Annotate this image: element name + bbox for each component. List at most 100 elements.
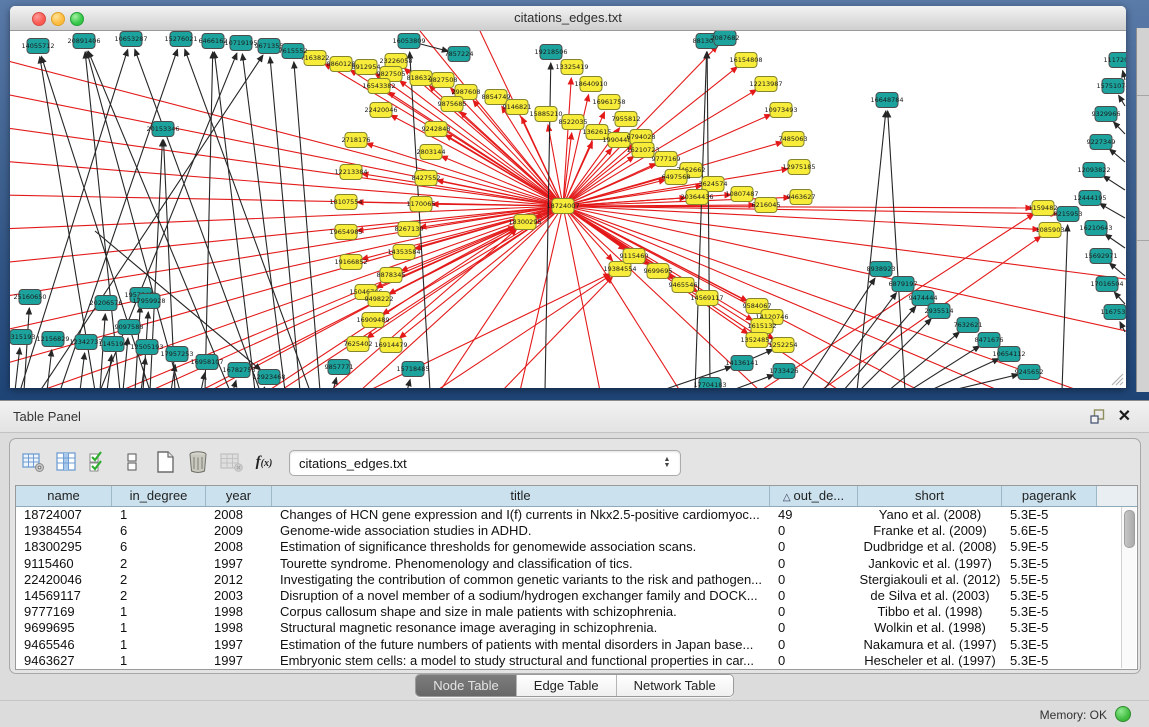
graph-node[interactable]: 15751074 [1096, 79, 1126, 94]
graph-node[interactable]: 14055712 [21, 39, 54, 54]
table-row[interactable]: 977716911998Corpus callosum shape and si… [16, 604, 1137, 620]
graph-node[interactable]: 12975185 [782, 160, 815, 175]
graph-node[interactable]: 16648784 [870, 93, 903, 108]
graph-node[interactable]: 9827508 [429, 73, 458, 88]
graph-node[interactable]: 8267130 [395, 222, 424, 237]
network-canvas[interactable]: 1872400771638228860128891295423226058982… [10, 31, 1126, 388]
graph-node[interactable]: 16154808 [729, 53, 762, 68]
graph-node[interactable]: 17957253 [160, 347, 193, 362]
graph-node[interactable]: 16210643 [1079, 221, 1112, 236]
graph-node[interactable]: 17704183 [693, 378, 726, 389]
table-row[interactable]: 1872400712008Changes of HCN gene express… [16, 507, 1137, 523]
graph-node[interactable]: 7615552 [279, 44, 308, 59]
column-header-out_de[interactable]: △out_de... [770, 486, 858, 506]
show-columns-button[interactable] [51, 447, 81, 477]
graph-node[interactable]: 9463627 [787, 190, 816, 205]
table-row[interactable]: 2242004622012Investigating the contribut… [16, 572, 1137, 588]
graph-node[interactable]: 8878345 [377, 268, 406, 283]
column-header-pagerank[interactable]: pagerank [1002, 486, 1097, 506]
graph-node[interactable]: 16961758 [592, 95, 625, 110]
graph-node[interactable]: 19166852 [334, 255, 367, 270]
graph-node[interactable]: 9245652 [1015, 365, 1044, 380]
row-height-button[interactable] [117, 447, 147, 477]
function-builder-button[interactable]: f(x) [249, 447, 279, 477]
vertical-scrollbar[interactable] [1121, 507, 1136, 668]
graph-node[interactable]: 1167533 [1101, 305, 1126, 320]
table-row[interactable]: 1830029562008Estimation of significance … [16, 539, 1137, 555]
scrollbar-thumb[interactable] [1124, 510, 1135, 548]
graph-node[interactable]: 18107554 [329, 195, 362, 210]
graph-node[interactable]: 8471676 [975, 333, 1004, 348]
column-header-title[interactable]: title [272, 486, 770, 506]
graph-node[interactable]: 7857224 [445, 47, 474, 62]
tab-edge-table[interactable]: Edge Table [517, 675, 617, 696]
graph-node[interactable]: 9146821 [503, 100, 532, 115]
graph-node[interactable]: 9329966 [1092, 107, 1121, 122]
graph-node[interactable]: 7632621 [954, 318, 983, 333]
graph-node[interactable]: 1145194 [99, 337, 128, 352]
table-settings-button[interactable] [18, 447, 48, 477]
graph-node[interactable]: 15276021 [164, 32, 197, 47]
graph-node[interactable]: 9875685 [438, 97, 467, 112]
graph-node[interactable]: 12156829 [36, 332, 69, 347]
memory-status-icon[interactable] [1115, 706, 1131, 722]
graph-node[interactable]: 12213384 [334, 165, 367, 180]
graph-node[interactable]: 16053809 [392, 34, 425, 49]
graph-node[interactable]: 8427552 [412, 171, 441, 186]
graph-node[interactable]: 9242848 [422, 122, 451, 137]
column-header-short[interactable]: short [858, 486, 1002, 506]
graph-node[interactable]: 9699695 [644, 264, 673, 279]
graph-node[interactable]: 6879197 [889, 277, 918, 292]
graph-node[interactable]: 9465546 [669, 278, 698, 293]
graph-node[interactable]: 20891406 [67, 34, 100, 49]
graph-node[interactable]: 6466162 [199, 34, 228, 49]
delete-column-button[interactable] [183, 447, 213, 477]
table-row[interactable]: 946362711997Embryonic stem cells: a mode… [16, 653, 1137, 669]
graph-node[interactable]: 6497568 [662, 170, 691, 185]
table-row[interactable]: 946554611997Estimation of the future num… [16, 637, 1137, 653]
tab-node-table[interactable]: Node Table [416, 675, 517, 696]
close-icon[interactable]: ✕ [1118, 406, 1131, 426]
graph-node[interactable]: 10653287 [114, 32, 147, 47]
network-window-titlebar[interactable]: citations_edges.txt [10, 6, 1126, 31]
graph-node[interactable]: 12093822 [1077, 163, 1110, 178]
select-all-columns-button[interactable] [84, 447, 114, 477]
graph-node[interactable]: 11172044 [1103, 53, 1126, 68]
graph-node[interactable]: 9227349 [1087, 135, 1116, 150]
table-row[interactable]: 911546021997Tourette syndrome. Phenomeno… [16, 556, 1137, 572]
column-header-year[interactable]: year [206, 486, 272, 506]
table-row[interactable]: 969969511998Structural magnetic resonanc… [16, 620, 1137, 636]
graph-node[interactable]: 16958107 [190, 355, 223, 370]
graph-node[interactable]: 7625402 [344, 337, 373, 352]
graph-node[interactable]: 9857771 [325, 360, 354, 375]
graph-node[interactable]: 1085903 [1036, 223, 1065, 238]
graph-node[interactable]: 12444195 [1073, 191, 1106, 206]
table-selector-combobox[interactable]: citations_edges.txt ▲▼ [289, 450, 681, 476]
graph-node[interactable]: 9097588 [115, 320, 144, 335]
graph-node[interactable]: 9315193 [10, 330, 35, 345]
graph-node[interactable]: 13325419 [555, 60, 588, 75]
graph-node[interactable]: 12505193 [130, 340, 163, 355]
column-header-in_degree[interactable]: in_degree [112, 486, 206, 506]
graph-node[interactable]: 14569117 [690, 291, 723, 306]
graph-node[interactable]: 7485063 [779, 132, 808, 147]
graph-node[interactable]: 1170065 [407, 197, 436, 212]
float-window-icon[interactable] [1090, 409, 1105, 424]
tab-network-table[interactable]: Network Table [617, 675, 733, 696]
graph-node[interactable]: 1733426 [770, 364, 799, 379]
graph-node[interactable]: 9115460 [620, 249, 649, 264]
graph-node[interactable]: 1252254 [769, 338, 798, 353]
graph-node[interactable]: 15692971 [1084, 249, 1117, 264]
table-row[interactable]: 1456911722003Disruption of a novel membe… [16, 588, 1137, 604]
delete-table-button-disabled[interactable] [216, 447, 246, 477]
create-column-button[interactable] [150, 447, 180, 477]
graph-node[interactable]: 2935514 [925, 304, 954, 319]
graph-node[interactable]: 8938923 [867, 262, 896, 277]
graph-node[interactable]: 17016504 [1090, 277, 1123, 292]
graph-node[interactable]: 10719195 [224, 36, 257, 51]
graph-node[interactable]: 7955812 [612, 112, 641, 127]
graph-node[interactable]: 14353584 [387, 245, 420, 260]
table-row[interactable]: 1938455462009Genome-wide association stu… [16, 523, 1137, 539]
graph-node[interactable]: 2718176 [342, 133, 371, 148]
graph-node[interactable]: 25160650 [13, 290, 46, 305]
